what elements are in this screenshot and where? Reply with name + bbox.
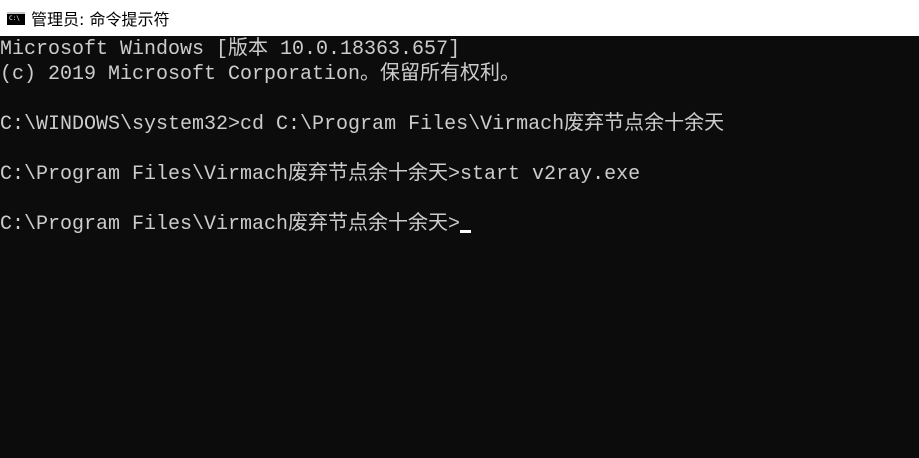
console-prompt-line[interactable]: C:\Program Files\Virmach废弃节点余十余天>: [0, 212, 472, 237]
console-line: Microsoft Windows [版本 10.0.18363.657]: [0, 38, 461, 61]
console-output[interactable]: Microsoft Windows [版本 10.0.18363.657] (c…: [0, 36, 919, 458]
icon-glyph: C:\: [9, 14, 20, 22]
command-prompt-window: C:\ 管理员: 命令提示符 Microsoft Windows [版本 10.…: [0, 0, 919, 458]
console-line: C:\WINDOWS\system32>cd C:\Program Files\…: [0, 113, 725, 136]
console-line: (c) 2019 Microsoft Corporation。保留所有权利。: [0, 63, 521, 86]
text-cursor: [460, 230, 472, 233]
window-title: 管理员: 命令提示符: [31, 10, 170, 29]
console-prompt: C:\Program Files\Virmach废弃节点余十余天>: [0, 213, 461, 236]
command-prompt-icon: C:\: [7, 11, 25, 25]
title-bar[interactable]: C:\ 管理员: 命令提示符: [0, 0, 919, 36]
console-line: C:\Program Files\Virmach废弃节点余十余天>start v…: [0, 163, 641, 186]
